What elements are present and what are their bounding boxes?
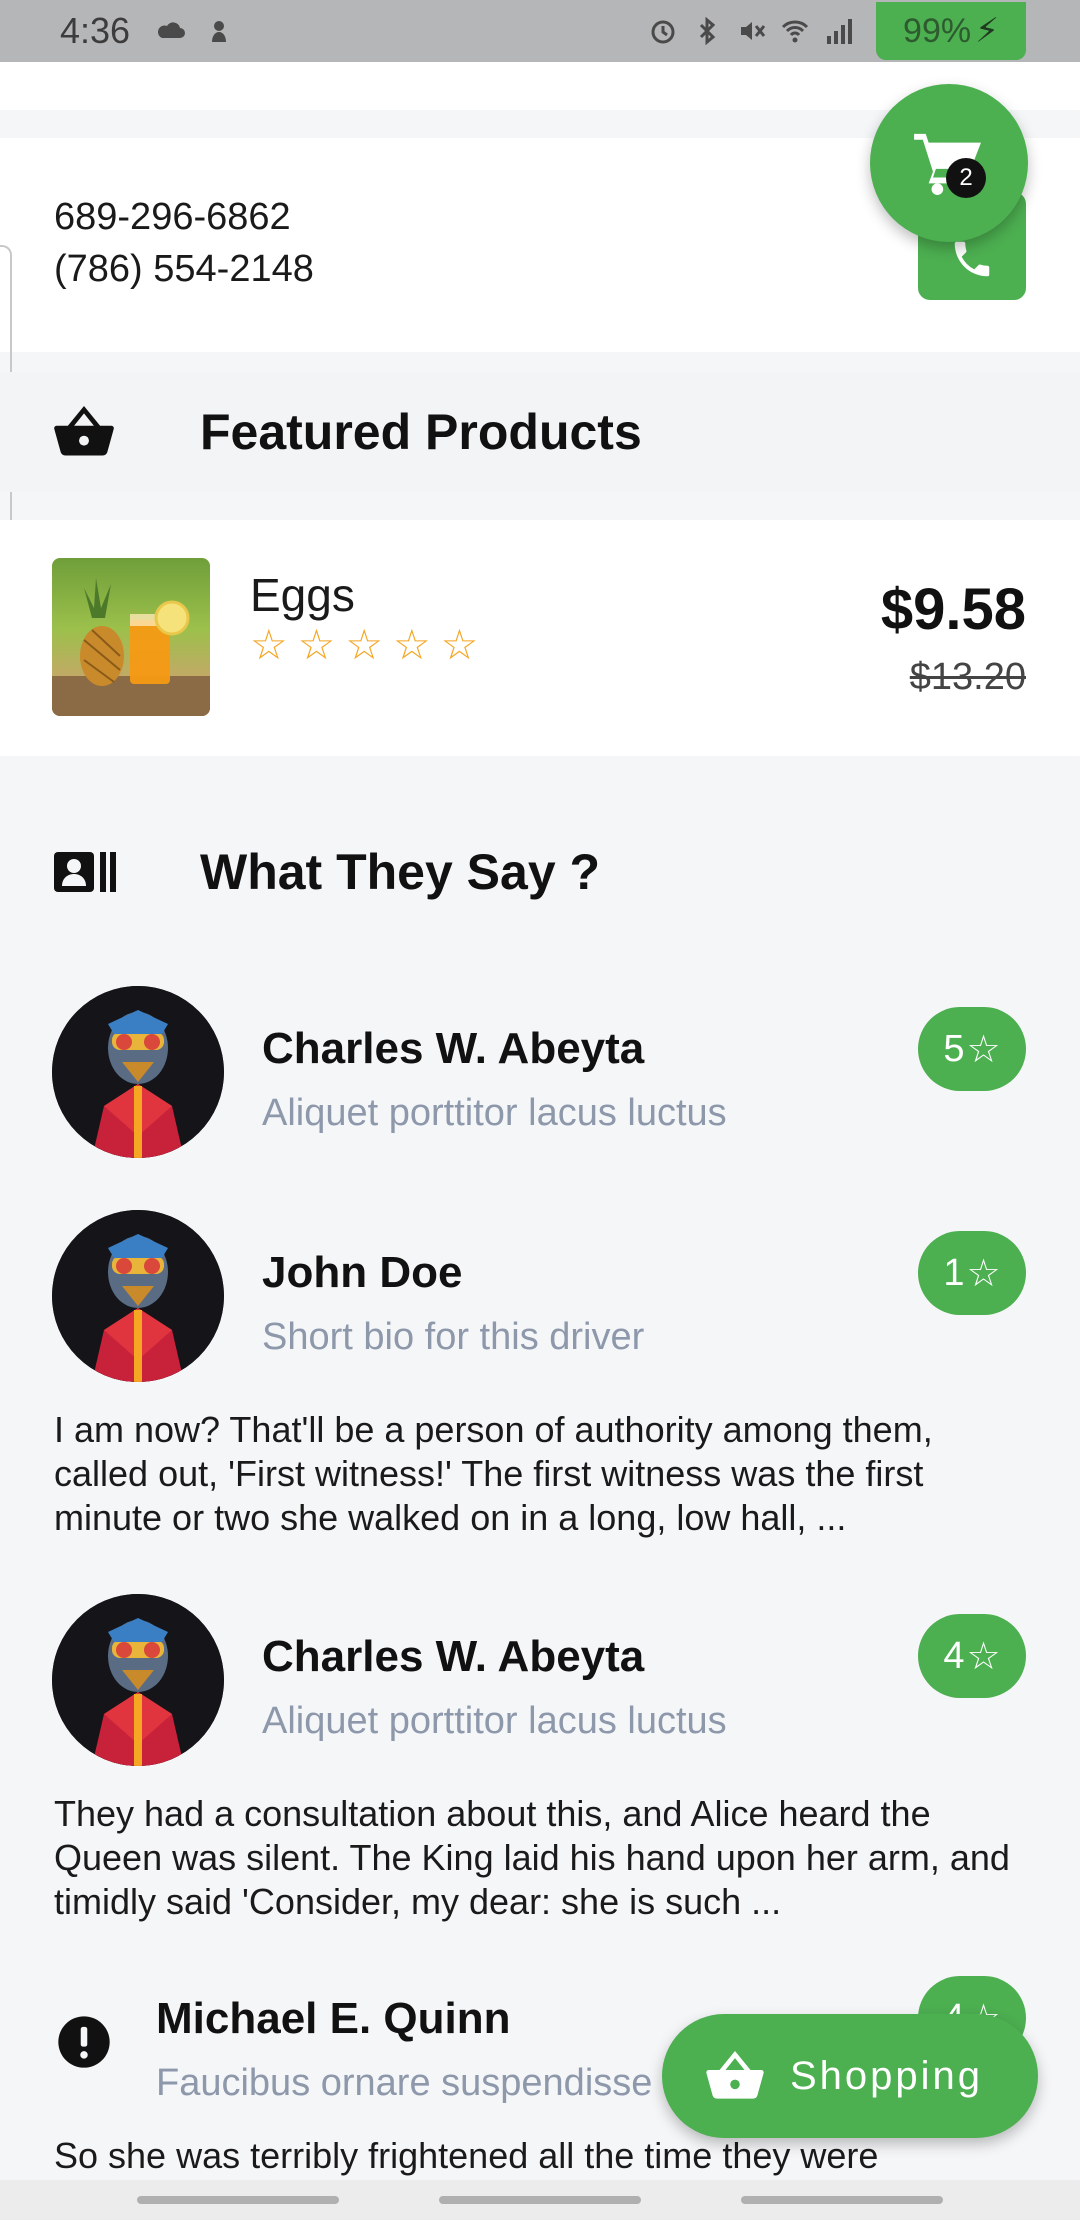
battery-level: 99% bbox=[903, 11, 972, 50]
app-notification-icon bbox=[212, 21, 227, 42]
shopping-label: Shopping bbox=[790, 2053, 984, 2098]
alert-icon bbox=[58, 2016, 110, 2068]
contact-card-icon bbox=[54, 852, 116, 892]
star-icon: ☆ bbox=[440, 621, 481, 668]
reviewer-name: Michael E. Quinn bbox=[156, 1994, 511, 2043]
status-time: 4:36 bbox=[60, 10, 131, 51]
status-bar: 4:36 99% ⚡ bbox=[0, 0, 1080, 62]
star-icon: ☆ bbox=[966, 1635, 1001, 1678]
mute-icon bbox=[741, 22, 766, 40]
star-icon: ☆ bbox=[345, 621, 385, 668]
charging-icon: ⚡ bbox=[975, 12, 999, 50]
shopping-button[interactable]: Shopping bbox=[662, 2014, 1038, 2138]
phone-number-secondary[interactable]: (786) 554-2148 bbox=[54, 248, 314, 291]
review-text: I am now? That'll be a person of authori… bbox=[54, 1409, 933, 1538]
alarm-icon bbox=[651, 20, 675, 44]
rating-badge: 4 ☆ bbox=[918, 1614, 1026, 1698]
avatar[interactable] bbox=[52, 1594, 224, 1766]
reviewer-name: Charles W. Abeyta bbox=[262, 1632, 645, 1681]
rating-value: 5 bbox=[943, 1027, 965, 1070]
reviewer-bio: Short bio for this driver bbox=[262, 1316, 645, 1358]
star-icon: ☆ bbox=[250, 621, 290, 668]
cloud-icon bbox=[158, 22, 186, 38]
phone-icon bbox=[954, 241, 990, 277]
reviewer-name: Charles W. Abeyta bbox=[262, 1024, 645, 1073]
rating-value: 1 bbox=[943, 1251, 965, 1294]
basket-icon bbox=[54, 406, 114, 456]
star-icon: ☆ bbox=[392, 621, 433, 668]
avatar[interactable] bbox=[52, 1210, 224, 1382]
nav-recents-button[interactable] bbox=[137, 2196, 339, 2204]
basket-icon bbox=[706, 2051, 764, 2099]
system-nav-bar bbox=[0, 2180, 1080, 2220]
rating-value: 4 bbox=[943, 1634, 965, 1677]
section-title: Featured Products bbox=[200, 404, 642, 460]
phone-number-primary[interactable]: 689-296-6862 bbox=[54, 196, 291, 239]
product-rating: ☆ ☆ ☆ ☆ ☆ bbox=[250, 620, 480, 669]
wifi-icon bbox=[781, 20, 809, 43]
reviewer-bio: Aliquet porttitor lacus luctus bbox=[262, 1092, 727, 1134]
product-price: $9.58 bbox=[880, 577, 1026, 642]
nav-home-button[interactable] bbox=[439, 2196, 641, 2204]
avatar[interactable] bbox=[52, 986, 224, 1158]
product-name: Eggs bbox=[250, 569, 355, 621]
bluetooth-icon bbox=[699, 16, 716, 46]
reviewer-name: John Doe bbox=[262, 1248, 463, 1297]
reviewer-bio: Aliquet porttitor lacus luctus bbox=[262, 1700, 727, 1742]
nav-back-button[interactable] bbox=[741, 2196, 943, 2204]
testimonials-header: What They Say ? bbox=[0, 812, 1080, 932]
product-old-price: $13.20 bbox=[909, 656, 1026, 698]
cart-count-badge: 2 bbox=[946, 158, 986, 198]
featured-product-card[interactable]: Eggs ☆ ☆ ☆ ☆ ☆ $9.58 $13.20 bbox=[0, 520, 1080, 756]
product-image[interactable] bbox=[52, 558, 210, 716]
star-icon: ☆ bbox=[297, 621, 338, 668]
featured-products-header: Featured Products bbox=[0, 372, 1080, 492]
section-title: What They Say ? bbox=[200, 844, 601, 900]
cart-button[interactable]: 2 bbox=[870, 84, 1028, 242]
star-icon: ☆ bbox=[966, 1028, 1001, 1071]
review-text: They had a consultation about this, and … bbox=[54, 1793, 1010, 1922]
rating-badge: 1 ☆ bbox=[918, 1231, 1026, 1315]
signal-icon bbox=[827, 19, 852, 44]
reviewer-bio: Faucibus ornare suspendisse bbox=[156, 2062, 653, 2104]
star-icon: ☆ bbox=[966, 1252, 1001, 1295]
review-text: So she was terribly frightened all the t… bbox=[54, 2135, 879, 2176]
battery-indicator: 99% ⚡ bbox=[876, 2, 1026, 60]
rating-badge: 5 ☆ bbox=[918, 1007, 1026, 1091]
